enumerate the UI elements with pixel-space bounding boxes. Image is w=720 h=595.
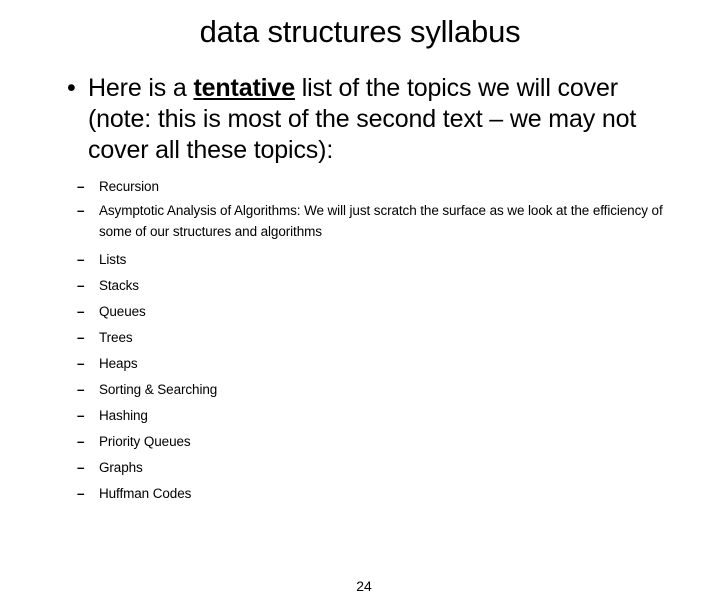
dash-marker-icon: – <box>77 460 85 475</box>
list-item-label: Recursion <box>99 179 159 194</box>
dash-marker-icon: – <box>77 382 85 397</box>
list-item-label: Graphs <box>99 460 143 475</box>
list-item-label: Sorting & Searching <box>99 382 218 397</box>
slide-body: • Here is a tentative list of the topics … <box>64 73 664 594</box>
dash-marker-icon: – <box>77 330 85 345</box>
dash-marker-icon: – <box>77 434 85 449</box>
bullet-marker-icon: • <box>67 74 76 102</box>
list-item-label: Trees <box>99 330 133 345</box>
dash-marker-icon: – <box>77 304 85 319</box>
list-item-label: Lists <box>99 252 127 267</box>
dash-marker-icon: – <box>77 278 85 293</box>
list-item: – Hashing <box>64 403 664 429</box>
list-item: – Heaps <box>64 351 664 377</box>
slide: data structures syllabus • Here is a tent… <box>0 0 720 594</box>
dash-marker-icon: – <box>77 356 85 371</box>
list-item-label: Priority Queues <box>99 434 191 449</box>
list-item-label: Heaps <box>99 356 138 371</box>
list-item: – Graphs <box>64 455 664 481</box>
page-number: 24 <box>356 578 372 594</box>
list-item: – Lists <box>64 247 664 273</box>
topics-list: – Recursion – Asymptotic Analysis of Alg… <box>64 174 664 507</box>
list-item: – Stacks <box>64 273 664 299</box>
list-item-label: Queues <box>99 304 146 319</box>
main-bullet: • Here is a tentative list of the topics … <box>64 73 664 166</box>
page-title: data structures syllabus <box>199 14 521 49</box>
main-bullet-emphasis: tentative <box>193 74 295 102</box>
list-item: – Asymptotic Analysis of Algorithms: We … <box>64 200 664 247</box>
list-item-label: Asymptotic Analysis of Algorithms: We wi… <box>99 203 663 239</box>
main-bullet-text-before: Here is a <box>88 74 194 102</box>
dash-marker-icon: – <box>77 486 85 501</box>
dash-marker-icon: – <box>77 252 85 267</box>
dash-marker-icon: – <box>77 408 85 423</box>
list-item: – Recursion <box>64 174 664 200</box>
list-item-label: Huffman Codes <box>99 486 192 501</box>
list-item-label: Stacks <box>99 278 139 293</box>
dash-marker-icon: – <box>77 179 85 194</box>
dash-marker-icon: – <box>77 203 85 218</box>
list-item: – Trees <box>64 325 664 351</box>
list-item-label: Hashing <box>99 408 148 423</box>
list-item: – Queues <box>64 299 664 325</box>
list-item: – Huffman Codes <box>64 481 664 507</box>
list-item: – Sorting & Searching <box>64 377 664 403</box>
list-item: – Priority Queues <box>64 429 664 455</box>
